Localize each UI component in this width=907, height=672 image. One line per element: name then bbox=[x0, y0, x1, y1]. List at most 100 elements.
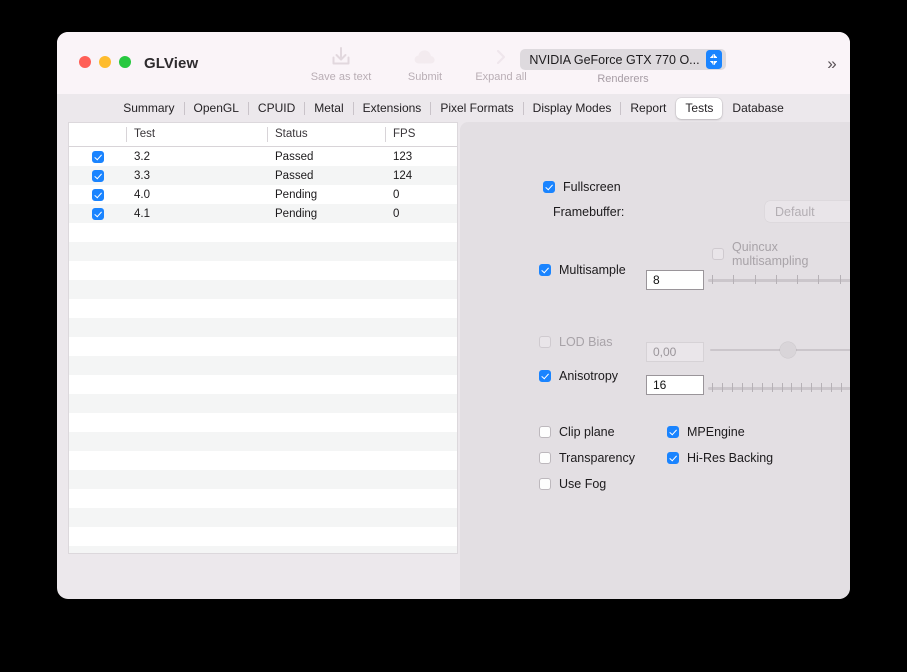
download-icon bbox=[303, 44, 379, 70]
anisotropy-field[interactable]: 16 bbox=[646, 375, 704, 395]
slider-ticks bbox=[708, 275, 850, 286]
slider-knob bbox=[780, 342, 796, 358]
traffic-lights bbox=[79, 56, 131, 68]
table-row[interactable] bbox=[69, 451, 457, 470]
screen: GLView Save as text Submit Expand all NV… bbox=[0, 0, 907, 672]
anisotropy-checkbox[interactable] bbox=[539, 370, 551, 382]
anisotropy-row[interactable]: Anisotropy bbox=[539, 369, 618, 383]
table-row[interactable] bbox=[69, 508, 457, 527]
table-col-header-fps[interactable]: FPS bbox=[385, 123, 457, 146]
toolbar-overflow-button[interactable]: » bbox=[819, 52, 845, 76]
anisotropy-slider[interactable] bbox=[708, 378, 850, 398]
option-clip-plane[interactable]: Clip plane bbox=[539, 425, 615, 439]
tests-table[interactable]: Test Status FPS 3.2 Passed 123 3.3 Passed 124… bbox=[68, 122, 458, 554]
table-cell-select[interactable] bbox=[69, 207, 126, 220]
table-row[interactable] bbox=[69, 375, 457, 394]
slider-ticks bbox=[708, 383, 850, 394]
option-use-fog[interactable]: Use Fog bbox=[539, 477, 606, 491]
multisample-field[interactable]: 8 bbox=[646, 270, 704, 290]
toolbar-submit-label: Submit bbox=[407, 71, 443, 83]
quincux-row: Quincux multisampling bbox=[712, 240, 850, 268]
tab-opengl[interactable]: OpenGL bbox=[185, 98, 248, 119]
tab-report[interactable]: Report bbox=[621, 98, 675, 119]
lod-bias-value: 0,00 bbox=[653, 345, 677, 359]
checkbox[interactable] bbox=[539, 452, 551, 464]
cloud-upload-icon bbox=[387, 44, 463, 70]
table-row[interactable]: 3.3 Passed 124 bbox=[69, 166, 457, 185]
multisample-slider[interactable] bbox=[708, 270, 850, 290]
fullscreen-row[interactable]: Fullscreen bbox=[543, 180, 621, 194]
table-row[interactable] bbox=[69, 242, 457, 261]
table-row[interactable] bbox=[69, 432, 457, 451]
tab-tests[interactable]: Tests bbox=[676, 97, 723, 119]
tab-extensions[interactable]: Extensions bbox=[354, 98, 431, 119]
table-row[interactable] bbox=[69, 299, 457, 318]
tab-metal[interactable]: Metal bbox=[305, 98, 352, 119]
table-cell-status: Passed bbox=[275, 169, 314, 182]
toolbar-save-as-text-label: Save as text bbox=[310, 71, 372, 83]
table-row[interactable] bbox=[69, 394, 457, 413]
row-checkbox[interactable] bbox=[91, 150, 104, 163]
minimize-button[interactable] bbox=[99, 56, 111, 68]
tab-pixel-formats[interactable]: Pixel Formats bbox=[431, 98, 522, 119]
table-row[interactable] bbox=[69, 261, 457, 280]
toolbar-save-as-text[interactable]: Save as text bbox=[303, 44, 379, 83]
maximize-button[interactable] bbox=[119, 56, 131, 68]
table-row[interactable] bbox=[69, 318, 457, 337]
lod-bias-slider bbox=[710, 340, 850, 360]
tab-cpuid[interactable]: CPUID bbox=[249, 98, 304, 119]
quincux-label: Quincux multisampling bbox=[732, 240, 809, 268]
table-row[interactable] bbox=[69, 223, 457, 242]
renderer-caption: Renderers bbox=[597, 73, 649, 85]
multisample-row[interactable]: Multisample bbox=[539, 263, 626, 277]
table-row[interactable] bbox=[69, 356, 457, 375]
table-row[interactable] bbox=[69, 280, 457, 299]
row-checkbox[interactable] bbox=[91, 207, 104, 220]
renderer-popup-button[interactable]: NVIDIA GeForce GTX 770 O... bbox=[520, 49, 726, 70]
row-checkbox[interactable] bbox=[91, 188, 104, 201]
table-row[interactable] bbox=[69, 337, 457, 356]
fullscreen-checkbox[interactable] bbox=[543, 181, 555, 193]
multisample-checkbox[interactable] bbox=[539, 264, 551, 276]
framebuffer-label-wrap: Framebuffer: bbox=[553, 205, 624, 219]
multisample-label: Multisample bbox=[559, 263, 626, 277]
table-row[interactable] bbox=[69, 413, 457, 432]
table-cell-select[interactable] bbox=[69, 169, 126, 182]
table-col-header-test[interactable]: Test bbox=[126, 123, 267, 146]
table-col-header-status[interactable]: Status bbox=[267, 123, 385, 146]
row-checkbox[interactable] bbox=[91, 169, 104, 182]
table-cell-select[interactable] bbox=[69, 188, 126, 201]
table-row[interactable]: 3.2 Passed 123 bbox=[69, 147, 457, 166]
table-row[interactable]: 4.1 Pending 0 bbox=[69, 204, 457, 223]
table-row[interactable] bbox=[69, 470, 457, 489]
lod-bias-row: LOD Bias bbox=[539, 335, 613, 349]
table-cell-select[interactable] bbox=[69, 150, 126, 163]
checkbox[interactable] bbox=[539, 478, 551, 490]
table-row[interactable] bbox=[69, 527, 457, 546]
option-mpengine[interactable]: MPEngine bbox=[667, 425, 745, 439]
table-cell-fps: 0 bbox=[393, 207, 400, 220]
checkbox[interactable] bbox=[667, 426, 679, 438]
tab-database[interactable]: Database bbox=[723, 98, 792, 119]
renderer-selector-group: NVIDIA GeForce GTX 770 O... Renderers bbox=[508, 49, 738, 85]
checkbox[interactable] bbox=[539, 426, 551, 438]
glview-window: GLView Save as text Submit Expand all NV… bbox=[57, 32, 850, 599]
app-title: GLView bbox=[144, 55, 199, 72]
tab-summary[interactable]: Summary bbox=[114, 98, 183, 119]
options-panel: Fullscreen Framebuffer: Default Quincux … bbox=[460, 122, 850, 599]
option-hi-res-backing[interactable]: Hi-Res Backing bbox=[667, 451, 773, 465]
checkbox-label: Use Fog bbox=[559, 477, 607, 491]
checkbox[interactable] bbox=[667, 452, 679, 464]
table-row[interactable]: 4.0 Pending 0 bbox=[69, 185, 457, 204]
framebuffer-value: Default bbox=[775, 204, 815, 219]
option-transparency[interactable]: Transparency bbox=[539, 451, 635, 465]
tab-list: Summary OpenGL CPUID Metal Extensions Pixel F… bbox=[114, 97, 793, 119]
tab-display-modes[interactable]: Display Modes bbox=[524, 98, 621, 119]
window-titlebar: GLView Save as text Submit Expand all NV… bbox=[57, 32, 850, 94]
toolbar-submit[interactable]: Submit bbox=[387, 44, 463, 83]
table-row[interactable] bbox=[69, 546, 457, 553]
close-button[interactable] bbox=[79, 56, 91, 68]
anisotropy-label: Anisotropy bbox=[559, 369, 619, 383]
chevron-updown-icon[interactable] bbox=[705, 50, 722, 69]
table-row[interactable] bbox=[69, 489, 457, 508]
